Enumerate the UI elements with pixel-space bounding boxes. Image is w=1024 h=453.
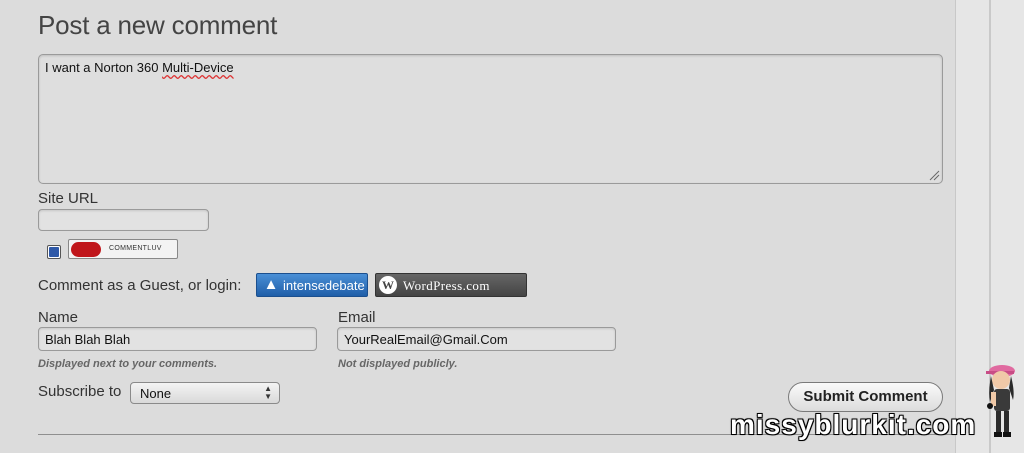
site-url-input[interactable] <box>38 209 209 231</box>
heart-icon <box>71 242 101 257</box>
guest-login-label: Comment as a Guest, or login: <box>38 277 242 294</box>
wordpress-logo-icon: W <box>379 276 397 294</box>
wordpress-login-button[interactable]: W WordPress.com <box>375 273 527 297</box>
commentluv-label: COMMENTLUV <box>109 245 162 252</box>
name-label: Name <box>38 309 79 326</box>
email-input[interactable] <box>337 327 616 351</box>
page-title: Post a new comment <box>38 10 278 40</box>
subscribe-label: Subscribe to <box>38 383 122 400</box>
commentluv-badge[interactable]: COMMENTLUV <box>68 239 178 259</box>
intensedebate-login-button[interactable]: ▲ intensedebate <box>256 273 368 297</box>
comment-text-misspelled: Multi-Device <box>162 60 234 75</box>
email-label: Email <box>338 309 376 326</box>
site-url-label: Site URL <box>38 190 99 207</box>
resize-grip-icon[interactable] <box>928 169 940 181</box>
commentluv-checkbox[interactable] <box>47 245 61 259</box>
email-hint: Not displayed publicly. <box>338 358 458 370</box>
select-arrows-icon: ▲ ▼ <box>264 384 272 401</box>
name-hint: Displayed next to your comments. <box>38 358 218 370</box>
subscribe-value: None <box>140 386 172 401</box>
cartoon-girl-avatar <box>986 365 1015 437</box>
comment-text-plain: I want a Norton 360 <box>45 60 163 75</box>
submit-comment-button[interactable]: Submit Comment <box>788 382 943 412</box>
watermark: missyblurkit.com <box>730 409 977 440</box>
name-input[interactable] <box>38 327 317 351</box>
comment-textarea[interactable]: I want a Norton 360 Multi-Device <box>38 54 943 184</box>
intensedebate-flame-icon: ▲ <box>263 276 279 293</box>
subscribe-select[interactable]: None ▲ ▼ <box>130 382 280 404</box>
intensedebate-label: intensedebate <box>283 278 365 293</box>
comment-text: I want a Norton 360 Multi-Device <box>45 60 234 75</box>
wordpress-label: WordPress.com <box>403 278 490 293</box>
